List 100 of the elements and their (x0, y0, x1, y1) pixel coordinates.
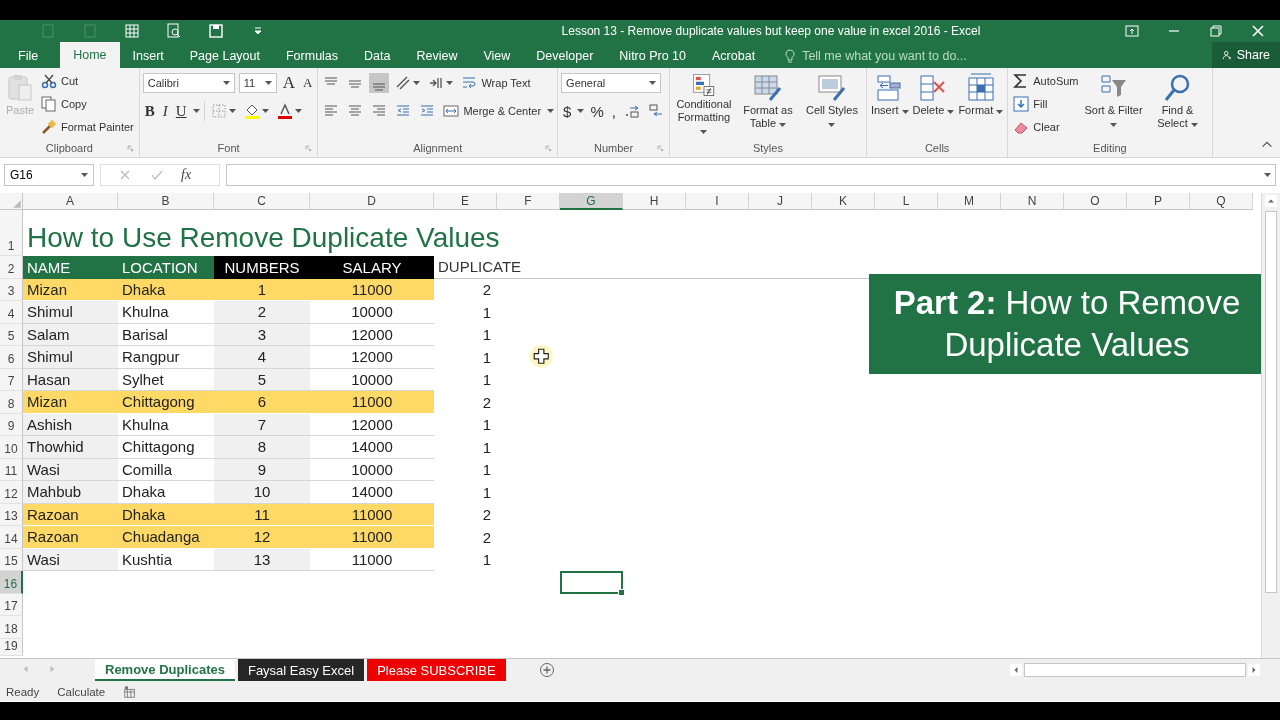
dropdown-field[interactable]: General (561, 73, 662, 93)
ribbon-button[interactable]: Sort & Filter (1082, 70, 1145, 139)
column-header[interactable]: G (560, 193, 623, 210)
ribbon-button[interactable]: Conditional Formatting (672, 70, 735, 139)
wrap-text-icon[interactable] (461, 75, 478, 91)
font-size-button[interactable]: A (301, 72, 315, 94)
number-format-button[interactable]: , (609, 100, 618, 122)
save-icon[interactable] (208, 23, 224, 39)
ribbon-tab[interactable]: File (0, 44, 61, 68)
font-color-icon[interactable] (276, 103, 293, 119)
ribbon-button[interactable]: Merge & Center (441, 100, 544, 122)
ribbon-button[interactable]: Insert (869, 70, 910, 139)
row-header[interactable]: 8 (0, 391, 23, 414)
fill-bucket-icon[interactable] (243, 103, 260, 119)
row-header[interactable]: 6 (0, 346, 23, 369)
print-preview-icon[interactable] (166, 23, 182, 39)
row-header[interactable]: 15 (0, 548, 23, 571)
scissors-icon[interactable] (41, 72, 57, 89)
column-header[interactable]: O (1064, 193, 1127, 210)
row-header[interactable]: 3 (0, 278, 23, 301)
number-format-button[interactable]: $ (561, 100, 574, 122)
dropdown-field[interactable]: 11 (238, 73, 277, 93)
orientation-icon[interactable] (395, 75, 412, 91)
number-format-button[interactable]: % (588, 100, 606, 122)
row-header[interactable]: 9 (0, 413, 23, 436)
scrollbar-thumb[interactable] (1265, 211, 1277, 593)
column-header[interactable]: M (938, 193, 1001, 210)
row-header[interactable]: 18 (0, 616, 23, 639)
font-style-button[interactable]: I (160, 100, 170, 122)
scrollbar-thumb[interactable] (1024, 663, 1246, 677)
row-header[interactable]: 13 (0, 503, 23, 526)
close-icon[interactable] (1250, 23, 1266, 39)
tell-me-field[interactable]: Tell me what you want to do... (802, 49, 967, 63)
dialog-launcher-icon[interactable] (126, 145, 136, 154)
ribbon-button[interactable]: Find & Select (1146, 70, 1209, 139)
column-header[interactable]: K (812, 193, 875, 210)
font-size-button[interactable]: A (280, 72, 298, 94)
ribbon-tab[interactable]: Nitro Pro 10 (606, 44, 700, 68)
column-header[interactable]: J (749, 193, 812, 210)
ribbon-display-icon[interactable] (1124, 23, 1140, 39)
row-header[interactable]: 4 (0, 301, 23, 324)
ribbon-button[interactable]: Cell Styles (800, 70, 863, 139)
ribbon-button[interactable]: Format (957, 70, 1005, 139)
row-header[interactable]: 16 (0, 571, 23, 594)
merge-icon[interactable] (443, 103, 460, 119)
cell-styles-icon[interactable] (815, 72, 848, 104)
row-header[interactable]: 10 (0, 436, 23, 459)
row-header[interactable]: 1 (0, 210, 23, 256)
table-format-icon[interactable] (751, 72, 784, 104)
ribbon-button[interactable]: Fill (1011, 93, 1081, 114)
ribbon-tab[interactable]: Acrobat (699, 44, 769, 68)
ribbon-button[interactable]: Wrap Text (459, 72, 533, 94)
row-header[interactable]: 2 (0, 256, 23, 279)
row-header[interactable]: 11 (0, 458, 23, 481)
insert-function-button[interactable]: fx (181, 167, 192, 183)
column-header[interactable]: Q (1190, 193, 1253, 210)
column-header[interactable]: F (497, 193, 560, 210)
ribbon-tab[interactable]: Developer (523, 44, 607, 68)
column-header[interactable]: D (310, 193, 434, 210)
ribbon-tab[interactable]: Data (351, 44, 404, 68)
ribbon-button[interactable]: AutoSum (1011, 70, 1081, 91)
grid-icon[interactable] (124, 23, 140, 39)
ribbon-button[interactable]: Copy (39, 93, 136, 114)
column-header[interactable]: N (1001, 193, 1064, 210)
active-cell[interactable] (560, 571, 623, 594)
column-header[interactable]: E (434, 193, 497, 210)
formula-field[interactable] (226, 164, 1276, 186)
macro-icon[interactable] (123, 685, 138, 699)
dialog-launcher-icon[interactable] (656, 145, 666, 154)
column-header[interactable]: P (1127, 193, 1190, 210)
ribbon-tab[interactable]: Insert (119, 44, 177, 68)
ribbon-button[interactable]: Format Painter (39, 116, 136, 137)
ribbon-tab[interactable]: Review (403, 44, 471, 68)
dropdown-field[interactable]: Calibri (142, 73, 235, 93)
column-header[interactable]: I (686, 193, 749, 210)
ribbon-button[interactable]: Delete (911, 70, 956, 139)
brush-icon[interactable] (41, 118, 57, 135)
column-header[interactable]: B (118, 193, 214, 210)
column-header[interactable]: C (214, 193, 310, 210)
font-style-button[interactable]: U (173, 100, 189, 122)
row-header[interactable]: 14 (0, 526, 23, 549)
font-style-button[interactable]: B (142, 100, 157, 122)
copy-icon[interactable] (41, 95, 57, 112)
ribbon-button[interactable]: Clear (1011, 116, 1081, 137)
fill-down-icon[interactable] (1013, 95, 1030, 112)
column-header[interactable]: H (623, 193, 686, 210)
row-header[interactable]: 12 (0, 481, 23, 504)
ribbon-button[interactable]: Cut (39, 70, 136, 91)
sheet-tab[interactable]: Faysal Easy Excel (237, 659, 365, 681)
row-header[interactable]: 7 (0, 368, 23, 391)
ribbon-tab[interactable]: View (470, 44, 524, 68)
column-header[interactable]: L (875, 193, 938, 210)
text-direction-icon[interactable] (428, 75, 445, 91)
ribbon-button[interactable]: Format as Table (736, 70, 799, 139)
name-box[interactable]: G16 (4, 164, 94, 186)
row-header[interactable]: 17 (0, 593, 23, 616)
ribbon-tab[interactable]: Page Layout (176, 44, 273, 68)
column-header[interactable]: A (23, 193, 118, 210)
row-header[interactable]: 5 (0, 323, 23, 346)
ribbon-tab[interactable]: Home (60, 42, 120, 68)
